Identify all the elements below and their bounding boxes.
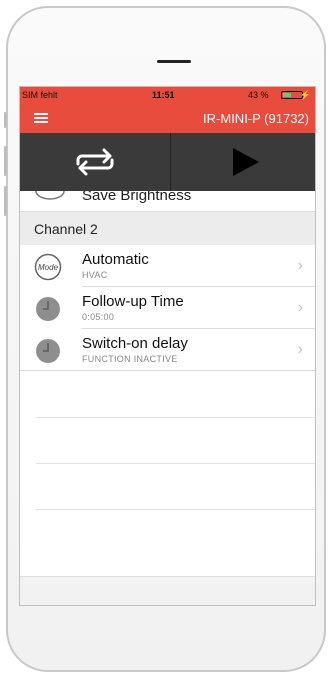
section-header-label: Channel 2 <box>34 221 98 237</box>
play-button[interactable] <box>171 133 315 191</box>
carrier-text: SIM fehlt <box>22 90 58 100</box>
list-item-partial[interactable]: Save Brightness <box>20 191 315 212</box>
list-item-label: Save Brightness <box>82 191 192 204</box>
empty-row-divider <box>36 509 315 510</box>
list-item-automatic[interactable]: Mode Automatic HVAC › <box>20 245 315 287</box>
repeat-icon <box>76 148 114 176</box>
clock-text: 11:51 <box>152 90 175 100</box>
device-title: IR-MINI-P (91732) <box>203 111 309 126</box>
brightness-icon <box>35 191 65 200</box>
item-subtitle: FUNCTION INACTIVE <box>82 354 178 364</box>
empty-row-divider <box>36 417 315 418</box>
item-title: Automatic <box>82 251 149 268</box>
action-toolbar <box>20 133 315 191</box>
nav-bar: IR-MINI-P (91732) <box>20 103 315 133</box>
mode-icon: Mode <box>34 253 62 281</box>
repeat-button[interactable] <box>20 133 171 191</box>
chevron-right-icon: › <box>297 341 303 358</box>
volume-up-button <box>4 146 7 176</box>
clock-icon <box>36 297 60 321</box>
status-bar: SIM fehlt 11:51 43 % ⚡ <box>20 87 315 103</box>
row-divider <box>20 370 315 371</box>
hamburger-icon[interactable] <box>34 113 48 123</box>
empty-row-divider <box>36 463 315 464</box>
play-icon <box>233 148 259 176</box>
app-screen: SIM fehlt 11:51 43 % ⚡ IR-MINI-P (91732) <box>19 86 316 606</box>
svg-text:Mode: Mode <box>38 263 59 272</box>
item-title: Follow-up Time <box>82 293 184 310</box>
list-item-switch-on-delay[interactable]: Switch-on delay FUNCTION INACTIVE › <box>20 329 315 371</box>
chevron-right-icon: › <box>297 299 303 316</box>
item-title: Switch-on delay <box>82 335 188 352</box>
charging-icon: ⚡ <box>299 90 311 100</box>
speaker-grille <box>157 60 191 63</box>
chevron-right-icon: › <box>297 257 303 274</box>
section-header: Channel 2 <box>20 212 315 246</box>
battery-percent: 43 % <box>248 90 269 100</box>
item-subtitle: HVAC <box>82 270 108 280</box>
volume-down-button <box>4 186 7 216</box>
clock-icon <box>36 339 60 363</box>
bottom-bar <box>20 576 315 605</box>
mute-switch <box>4 112 7 128</box>
list-item-follow-up-time[interactable]: Follow-up Time 0:05:00 › <box>20 287 315 329</box>
item-subtitle: 0:05:00 <box>82 312 115 322</box>
